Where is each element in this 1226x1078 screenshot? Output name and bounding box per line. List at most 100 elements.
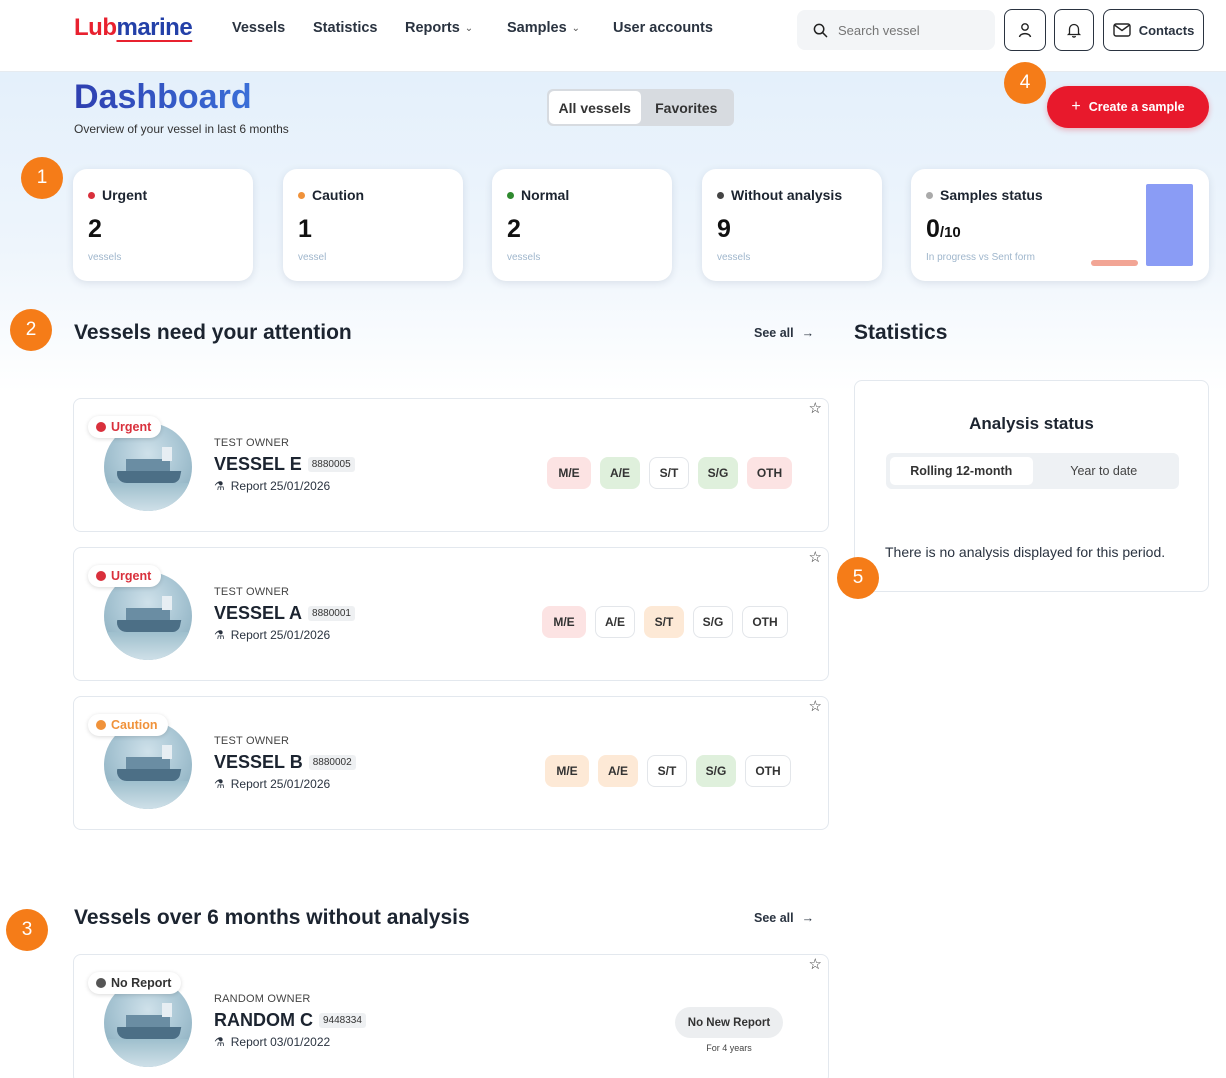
tag-sg[interactable]: S/G bbox=[698, 457, 738, 489]
tag-sg[interactable]: S/G bbox=[696, 755, 736, 787]
vessel-name[interactable]: VESSEL B 8880002 bbox=[214, 752, 356, 773]
samples-sent-bar bbox=[1146, 184, 1193, 266]
vessel-name[interactable]: RANDOM C 9448334 bbox=[214, 1010, 366, 1031]
stat-value: 2 bbox=[507, 215, 521, 243]
vessel-imo: 8880001 bbox=[308, 606, 355, 621]
tag-ae[interactable]: A/E bbox=[595, 606, 635, 638]
stat-label: Caution bbox=[312, 187, 365, 203]
favorite-star-icon[interactable]: ☆ bbox=[809, 399, 822, 417]
analysis-period-toggle: Rolling 12-month Year to date bbox=[886, 453, 1179, 489]
favorite-star-icon[interactable]: ☆ bbox=[809, 955, 822, 973]
chevron-down-icon: ⌄ bbox=[464, 22, 474, 34]
stat-value: 9 bbox=[717, 215, 731, 243]
tag-st[interactable]: S/T bbox=[644, 606, 684, 638]
status-badge: Urgent bbox=[88, 565, 162, 587]
stat-card-urgent[interactable]: Urgent 2 vessels bbox=[73, 169, 253, 281]
no-new-report-badge: No New Report bbox=[675, 1007, 783, 1038]
vessel-owner: TEST OWNER bbox=[214, 586, 290, 598]
nav-vessels[interactable]: Vessels bbox=[232, 20, 285, 36]
profile-button[interactable] bbox=[1004, 9, 1046, 51]
microscope-icon: ⚗ bbox=[214, 479, 225, 493]
analysis-status-panel: Analysis status Rolling 12-month Year to… bbox=[854, 380, 1209, 592]
top-navigation-bar: Lubmarine Vessels Statistics Reports ⌄ Sa… bbox=[0, 0, 1226, 72]
vessel-card-vessel-b[interactable]: Caution TEST OWNER VESSEL B 8880002 ⚗ Repo… bbox=[73, 696, 829, 830]
tag-me[interactable]: M/E bbox=[545, 755, 589, 787]
stat-card-caution[interactable]: Caution 1 vessel bbox=[283, 169, 463, 281]
vessel-card-random-c[interactable]: No Report RANDOM OWNER RANDOM C 9448334 ⚗… bbox=[73, 954, 829, 1078]
analysis-status-title: Analysis status bbox=[969, 414, 1094, 433]
attention-see-all-link[interactable]: See all → bbox=[754, 326, 814, 340]
tag-oth[interactable]: OTH bbox=[745, 755, 791, 787]
favorite-star-icon[interactable]: ☆ bbox=[809, 697, 822, 715]
vessel-name[interactable]: VESSEL E 8880005 bbox=[214, 454, 355, 475]
annotation-marker-1: 1 bbox=[21, 157, 63, 199]
plus-icon: + bbox=[1071, 98, 1081, 115]
stat-label: Without analysis bbox=[731, 187, 843, 203]
tag-st[interactable]: S/T bbox=[649, 457, 689, 489]
vessel-card-vessel-a[interactable]: Urgent TEST OWNER VESSEL A 8880001 ⚗ Repor… bbox=[73, 547, 829, 681]
annotation-marker-4: 4 bbox=[1004, 62, 1046, 104]
search-box[interactable] bbox=[797, 10, 995, 50]
vessel-card-vessel-e[interactable]: Urgent TEST OWNER VESSEL E 8880005 ⚗ Repor… bbox=[73, 398, 829, 532]
vessel-imo: 8880005 bbox=[307, 457, 355, 472]
stat-unit: vessels bbox=[88, 252, 122, 263]
tag-st[interactable]: S/T bbox=[647, 755, 687, 787]
samples-in-progress-bar bbox=[1091, 260, 1138, 266]
vessel-owner: TEST OWNER bbox=[214, 735, 290, 747]
tab-rolling-12-month[interactable]: Rolling 12-month bbox=[890, 457, 1033, 485]
tag-me[interactable]: M/E bbox=[547, 457, 591, 489]
status-badge: Urgent bbox=[88, 416, 162, 438]
tag-oth[interactable]: OTH bbox=[747, 457, 792, 489]
annotation-marker-3: 3 bbox=[6, 909, 48, 951]
favorite-star-icon[interactable]: ☆ bbox=[809, 548, 822, 566]
stat-label: Samples status bbox=[940, 187, 1043, 203]
notifications-button[interactable] bbox=[1054, 9, 1094, 51]
no-new-report-duration: For 4 years bbox=[706, 1043, 752, 1053]
tab-favorites[interactable]: Favorites bbox=[641, 91, 733, 124]
create-sample-label: Create a sample bbox=[1088, 100, 1185, 114]
tag-sg[interactable]: S/G bbox=[693, 606, 733, 638]
page-subtitle: Overview of your vessel in last 6 months bbox=[74, 122, 289, 136]
no-analysis-section-title: Vessels over 6 months without analysis bbox=[74, 906, 470, 929]
create-sample-button[interactable]: + Create a sample bbox=[1047, 86, 1209, 128]
urgent-dot-icon bbox=[88, 191, 95, 199]
search-icon bbox=[813, 23, 828, 37]
search-input[interactable] bbox=[838, 22, 968, 38]
vessel-name[interactable]: VESSEL A 8880001 bbox=[214, 603, 355, 624]
urgent-dot-icon bbox=[96, 422, 106, 432]
nav-reports[interactable]: Reports ⌄ bbox=[405, 20, 473, 36]
tag-oth[interactable]: OTH bbox=[742, 606, 788, 638]
no-report-dot-icon bbox=[96, 978, 106, 988]
no-analysis-message: There is no analysis displayed for this … bbox=[885, 544, 1166, 560]
nav-statistics[interactable]: Statistics bbox=[313, 20, 377, 36]
stat-card-samples-status[interactable]: Samples status 0/10 In progress vs Sent … bbox=[911, 169, 1209, 281]
bell-icon bbox=[1066, 23, 1082, 38]
tag-me[interactable]: M/E bbox=[542, 606, 586, 638]
page-title: Dashboard bbox=[74, 78, 252, 116]
vessel-report-date: ⚗ Report 25/01/2026 bbox=[214, 777, 331, 791]
statistics-section-title: Statistics bbox=[854, 321, 948, 344]
user-icon bbox=[1018, 23, 1032, 38]
nav-user-accounts[interactable]: User accounts bbox=[613, 20, 713, 36]
stat-value: 2 bbox=[88, 215, 102, 243]
stat-value: 1 bbox=[298, 215, 312, 243]
status-badge: Caution bbox=[88, 714, 168, 736]
lubmarine-logo[interactable]: Lubmarine bbox=[74, 14, 193, 42]
tab-all-vessels[interactable]: All vessels bbox=[549, 91, 641, 124]
stat-unit: vessels bbox=[507, 252, 541, 263]
vessel-filter-toggle: All vessels Favorites bbox=[547, 89, 734, 126]
urgent-dot-icon bbox=[96, 571, 106, 581]
stat-card-without-analysis[interactable]: Without analysis 9 vessels bbox=[702, 169, 882, 281]
tab-year-to-date[interactable]: Year to date bbox=[1033, 457, 1176, 485]
contacts-button[interactable]: Contacts bbox=[1103, 9, 1204, 51]
stat-unit: vessel bbox=[298, 252, 327, 263]
microscope-icon: ⚗ bbox=[214, 628, 225, 642]
caution-dot-icon bbox=[298, 191, 305, 199]
chevron-down-icon: ⌄ bbox=[571, 22, 581, 34]
tag-ae[interactable]: A/E bbox=[600, 457, 640, 489]
no-analysis-see-all-link[interactable]: See all → bbox=[754, 911, 814, 925]
stat-card-normal[interactable]: Normal 2 vessels bbox=[492, 169, 672, 281]
nav-samples[interactable]: Samples ⌄ bbox=[507, 20, 580, 36]
tag-ae[interactable]: A/E bbox=[598, 755, 638, 787]
stat-label: Normal bbox=[521, 187, 570, 203]
